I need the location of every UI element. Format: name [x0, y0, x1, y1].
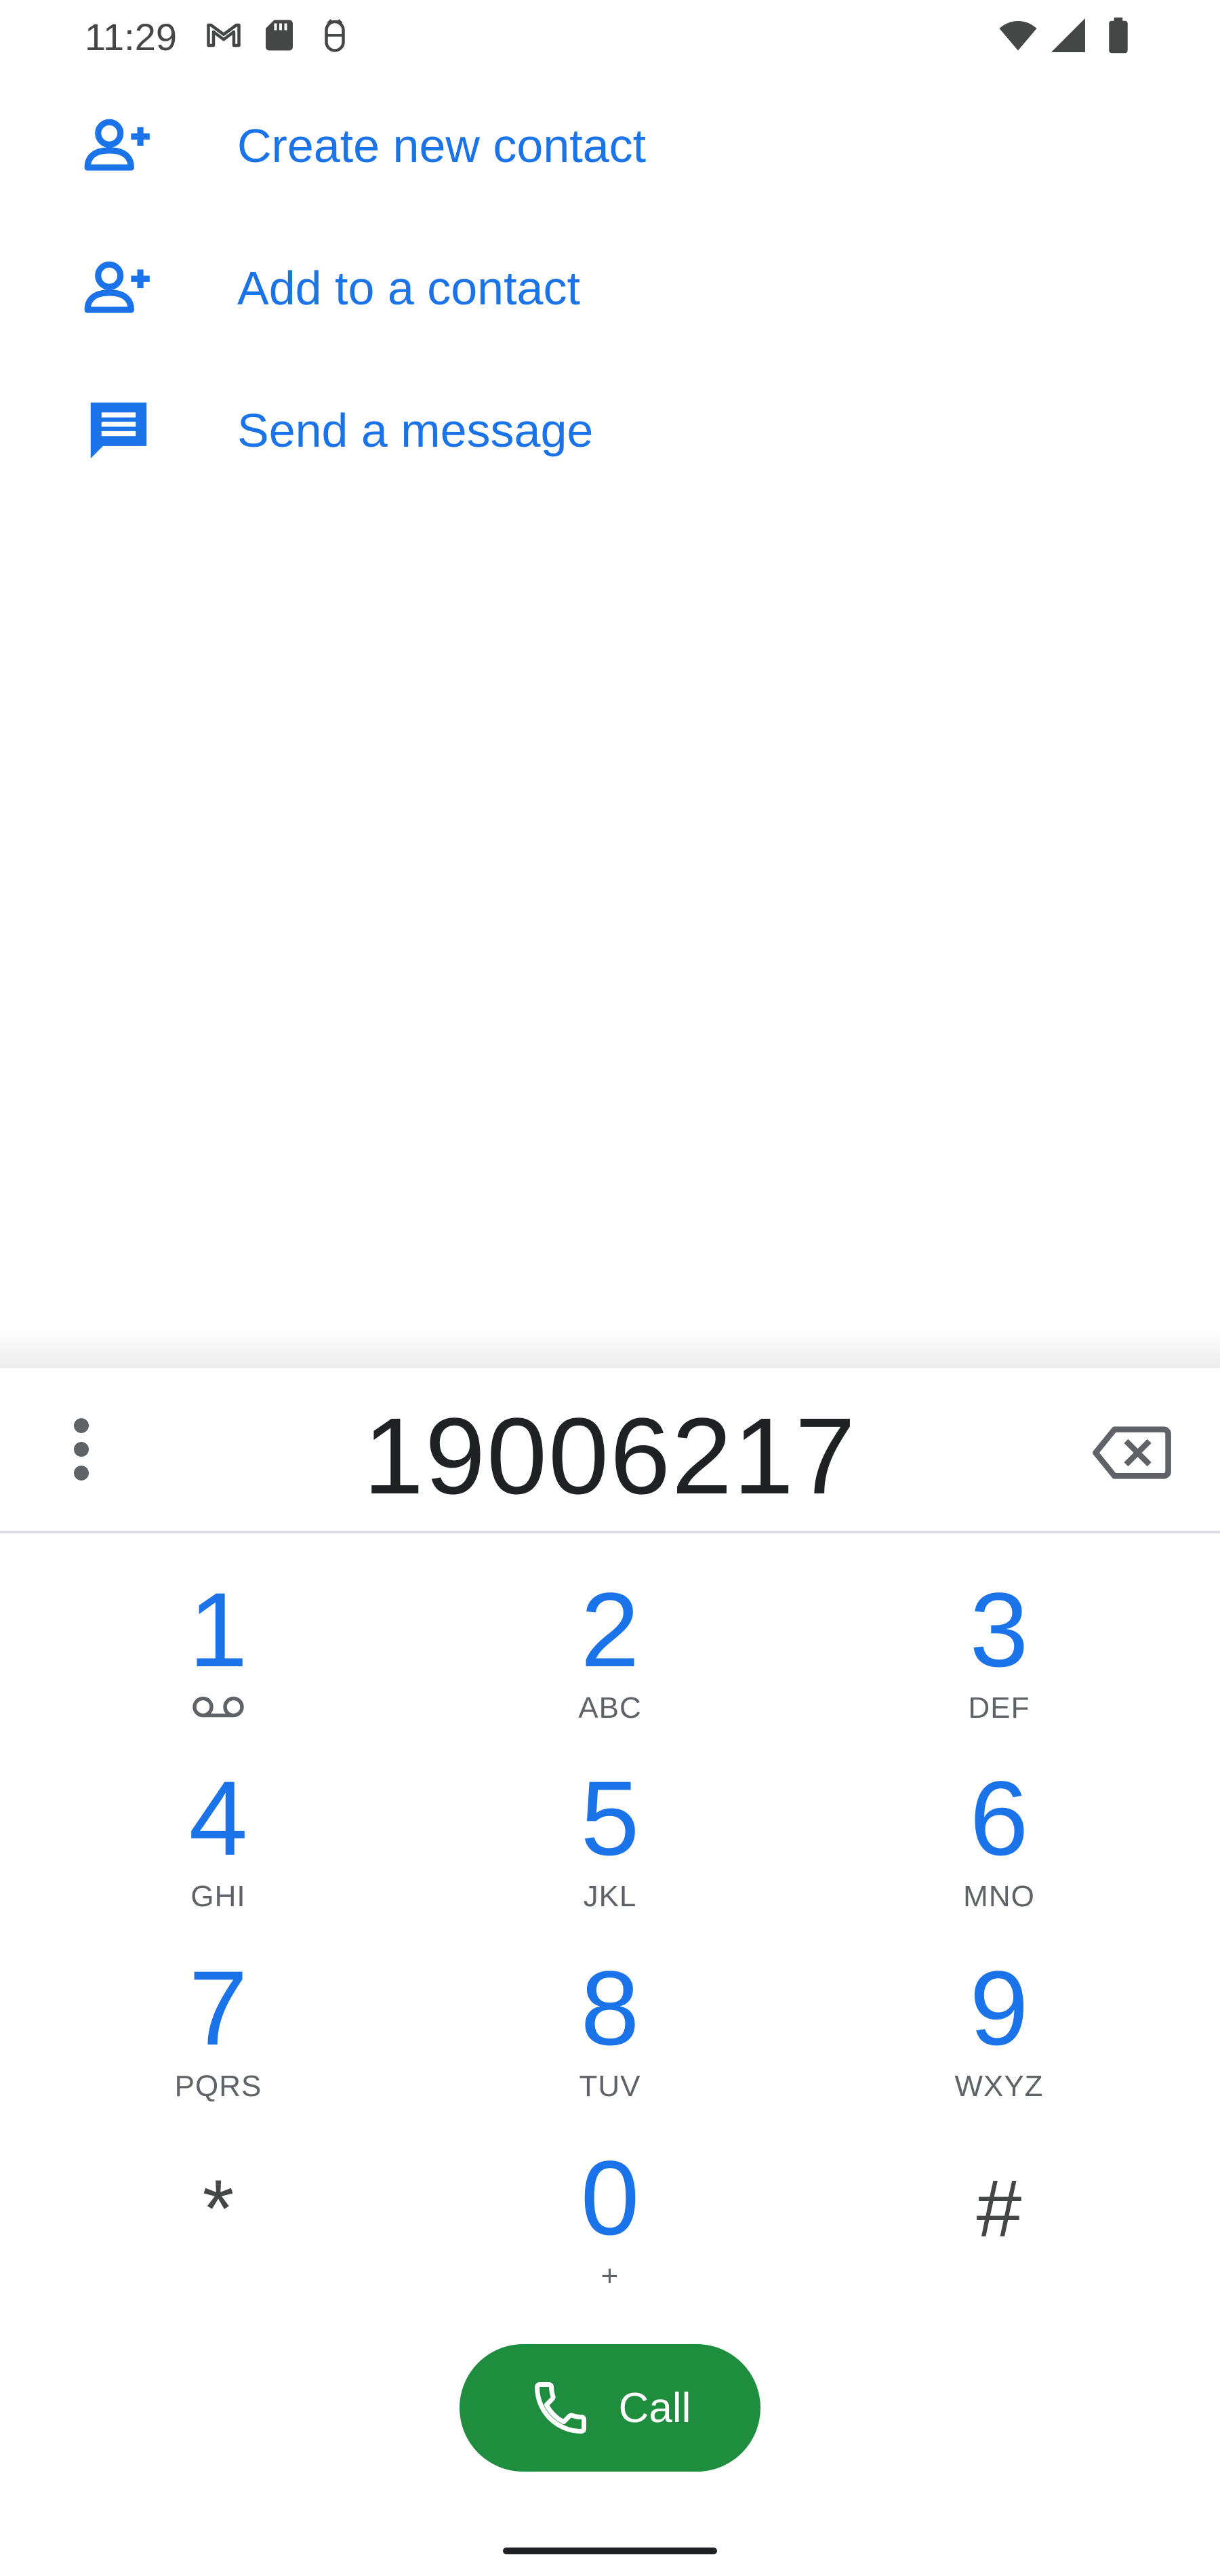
- key-digit: 1: [188, 1571, 248, 1689]
- person-add-icon: [84, 119, 150, 171]
- dialpad-key-1[interactable]: 1: [76, 1566, 361, 1749]
- add-to-contact-label: Add to a contact: [237, 262, 580, 315]
- key-letters: GHI: [190, 1880, 246, 1913]
- sd-card-icon: [266, 20, 293, 51]
- notification-icons: [203, 15, 355, 56]
- key-digit: 3: [969, 1571, 1029, 1689]
- message-icon: [90, 402, 147, 459]
- key-digit: 0: [580, 2139, 640, 2257]
- dialpad: 19006217 1 2 ABC 3 DEF 4 GHI 5 JKL 6 MNO…: [0, 1368, 1220, 2576]
- key-letters: PQRS: [174, 2070, 262, 2103]
- dialpad-key-star[interactable]: *: [76, 2134, 361, 2317]
- key-digit: #: [976, 2163, 1022, 2254]
- gmail-icon: [207, 23, 241, 47]
- dialpad-key-6[interactable]: 6 MNO: [857, 1754, 1141, 1937]
- status-bar: 11:29: [0, 0, 1220, 75]
- create-new-contact-row[interactable]: Create new contact: [0, 75, 1220, 217]
- key-letters: JKL: [583, 1880, 637, 1913]
- key-digit: 5: [580, 1760, 640, 1878]
- call-button[interactable]: Call: [460, 2344, 760, 2472]
- key-letters: +: [601, 2259, 619, 2293]
- send-message-row[interactable]: Send a message: [0, 359, 1220, 502]
- system-icons: [998, 15, 1139, 56]
- add-to-contact-row[interactable]: Add to a contact: [0, 217, 1220, 359]
- call-label: Call: [618, 2384, 691, 2432]
- create-new-contact-label: Create new contact: [237, 119, 647, 172]
- key-digit: 7: [188, 1950, 248, 2068]
- key-digit: 6: [969, 1760, 1029, 1878]
- dialpad-key-5[interactable]: 5 JKL: [468, 1754, 752, 1937]
- signal-icon: [1051, 18, 1085, 52]
- dialpad-key-7[interactable]: 7 PQRS: [76, 1944, 361, 2127]
- digits-row: 19006217: [0, 1368, 1220, 1533]
- key-letters: ABC: [578, 1691, 642, 1725]
- battery-icon: [1109, 17, 1128, 54]
- phone-icon: [534, 2382, 586, 2434]
- key-letters: DEF: [968, 1691, 1030, 1725]
- dialpad-key-4[interactable]: 4 GHI: [76, 1754, 361, 1937]
- dialpad-key-9[interactable]: 9 WXYZ: [857, 1944, 1141, 2127]
- key-digit: 9: [969, 1950, 1029, 2068]
- dialpad-key-3[interactable]: 3 DEF: [857, 1566, 1141, 1749]
- key-letters: MNO: [963, 1880, 1035, 1913]
- person-add-icon: [84, 261, 150, 313]
- key-digit: 2: [580, 1571, 640, 1689]
- dialpad-key-2[interactable]: 2 ABC: [468, 1566, 752, 1749]
- key-letters: WXYZ: [954, 2070, 1044, 2103]
- status-time: 11:29: [85, 16, 177, 58]
- debug-icon: [325, 19, 345, 52]
- voicemail-icon: [192, 1696, 244, 1718]
- key-digit: *: [202, 2163, 235, 2254]
- entered-number[interactable]: 19006217: [203, 1394, 1017, 1518]
- send-message-label: Send a message: [237, 404, 594, 457]
- wifi-icon: [999, 21, 1037, 51]
- dialpad-key-0[interactable]: 0 +: [468, 2134, 752, 2317]
- dialpad-shadow: [0, 1329, 1220, 1369]
- key-letters: TUV: [579, 2070, 641, 2103]
- backspace-icon[interactable]: [1091, 1422, 1173, 1483]
- key-digit: 8: [580, 1950, 640, 2068]
- home-indicator[interactable]: [503, 2548, 717, 2554]
- key-digit: 4: [188, 1760, 248, 1878]
- dialpad-key-pound[interactable]: #: [857, 2134, 1141, 2317]
- dialpad-key-8[interactable]: 8 TUV: [468, 1944, 752, 2127]
- more-options-icon[interactable]: [61, 1409, 102, 1490]
